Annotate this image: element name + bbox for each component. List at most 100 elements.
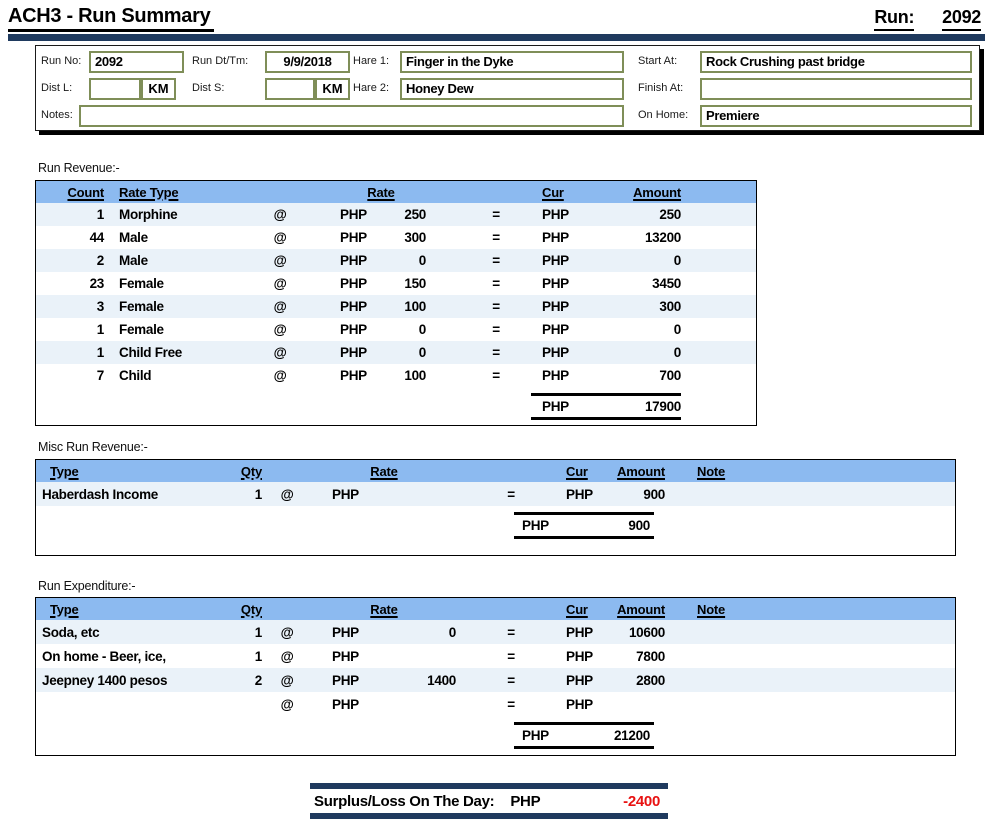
cell-currency: PHP xyxy=(542,299,569,314)
cell-count: 1 xyxy=(96,322,105,337)
equals-symbol: = xyxy=(492,276,500,291)
cell-amount: 0 xyxy=(673,345,682,360)
table-row: Haberdash Income 1 @ PHP = PHP 900 xyxy=(36,482,955,506)
cell-qty: 2 xyxy=(254,672,263,688)
equals-symbol: = xyxy=(492,322,500,337)
cell-amount: 0 xyxy=(673,322,682,337)
cell-type: On home - Beer, ice, xyxy=(42,648,166,664)
cell-rate-currency: PHP xyxy=(340,345,367,360)
equals-symbol: = xyxy=(492,299,500,314)
cell-rate-currency: PHP xyxy=(332,486,359,502)
run-revenue-table-header: Count Rate Type Rate Cur Amount xyxy=(36,181,756,203)
cell-rate: 100 xyxy=(404,299,426,314)
at-symbol: @ xyxy=(280,672,294,688)
surplus-label: Surplus/Loss On The Day: xyxy=(314,792,495,810)
expenditure-section-label: Run Expenditure:- xyxy=(38,579,136,593)
cell-rate-type: Male xyxy=(119,253,148,268)
run-no-field[interactable]: 2092 xyxy=(89,51,184,73)
column-header-cur: Cur xyxy=(566,463,588,479)
cell-count: 44 xyxy=(89,230,105,245)
at-symbol: @ xyxy=(273,322,287,337)
dist-s-label: Dist S: xyxy=(192,82,225,94)
at-symbol: @ xyxy=(273,345,287,360)
surplus-line: Surplus/Loss On The Day: PHP -2400 xyxy=(310,789,668,813)
hare2-field[interactable]: Honey Dew xyxy=(400,78,624,100)
cell-currency: PHP xyxy=(542,207,569,222)
table-row: @ PHP = PHP xyxy=(36,692,955,716)
cell-currency: PHP xyxy=(542,230,569,245)
total-currency: PHP xyxy=(522,518,549,533)
column-header-note: Note xyxy=(697,463,726,479)
at-symbol: @ xyxy=(273,207,287,222)
at-symbol: @ xyxy=(273,276,287,291)
cell-qty: 1 xyxy=(254,648,263,664)
table-row: 44 Male @ PHP 300 = PHP 13200 xyxy=(36,226,756,249)
run-revenue-total: PHP 17900 xyxy=(531,393,681,420)
table-row: On home - Beer, ice, 1 @ PHP = PHP 7800 xyxy=(36,644,955,668)
cell-rate-type: Morphine xyxy=(119,207,178,222)
cell-rate-type: Female xyxy=(119,276,164,291)
cell-currency: PHP xyxy=(566,696,593,712)
dist-l-field[interactable] xyxy=(89,78,141,100)
cell-currency: PHP xyxy=(566,648,593,664)
hare1-field[interactable]: Finger in the Dyke xyxy=(400,51,624,73)
column-header-amount: Amount xyxy=(617,463,665,479)
run-dt-label: Run Dt/Tm: xyxy=(192,55,249,67)
column-header-rate: Rate xyxy=(370,463,398,479)
cell-rate-currency: PHP xyxy=(340,276,367,291)
cell-rate-currency: PHP xyxy=(340,322,367,337)
dist-s-km-unit: KM xyxy=(315,78,350,100)
table-row: 23 Female @ PHP 150 = PHP 3450 xyxy=(36,272,756,295)
cell-count: 2 xyxy=(96,253,105,268)
cell-rate-type: Child Free xyxy=(119,345,183,360)
cell-amount: 3450 xyxy=(652,276,681,291)
misc-revenue-table-header: Type Qty Rate Cur Amount Note xyxy=(36,460,955,482)
column-header-cur: Cur xyxy=(566,601,588,617)
cell-rate-type: Child xyxy=(119,368,152,383)
cell-type: Jeepney 1400 pesos xyxy=(42,672,168,688)
cell-rate: 0 xyxy=(418,253,427,268)
total-amount: 17900 xyxy=(644,399,681,414)
cell-currency: PHP xyxy=(542,345,569,360)
hare1-label: Hare 1: xyxy=(353,55,390,67)
equals-symbol: = xyxy=(507,672,515,688)
cell-amount: 2800 xyxy=(636,672,665,688)
cell-amount: 250 xyxy=(659,207,681,222)
misc-revenue-section-label: Misc Run Revenue:- xyxy=(38,440,148,454)
finish-at-label: Finish At: xyxy=(638,82,684,94)
run-dt-field[interactable]: 9/9/2018 xyxy=(265,51,350,73)
notes-field[interactable] xyxy=(79,105,624,127)
cell-rate-currency: PHP xyxy=(340,253,367,268)
run-number: 2092 xyxy=(942,7,981,31)
on-home-field[interactable]: Premiere xyxy=(700,105,972,127)
dist-s-field[interactable] xyxy=(265,78,315,100)
cell-rate-currency: PHP xyxy=(340,299,367,314)
surplus-loss-summary: Surplus/Loss On The Day: PHP -2400 xyxy=(310,783,668,819)
at-symbol: @ xyxy=(273,230,287,245)
cell-rate-currency: PHP xyxy=(332,624,359,640)
at-symbol: @ xyxy=(273,368,287,383)
cell-count: 3 xyxy=(96,299,105,314)
page-title: ACH3 - Run Summary xyxy=(8,5,215,32)
expenditure-table-header: Type Qty Rate Cur Amount Note xyxy=(36,598,955,620)
cell-rate-currency: PHP xyxy=(340,230,367,245)
cell-currency: PHP xyxy=(542,253,569,268)
cell-amount: 13200 xyxy=(644,230,681,245)
cell-rate: 1400 xyxy=(427,672,456,688)
on-home-label: On Home: xyxy=(638,109,689,121)
equals-symbol: = xyxy=(507,648,515,664)
column-header-cur: Cur xyxy=(542,184,564,200)
finish-at-field[interactable] xyxy=(700,78,972,100)
cell-amount: 900 xyxy=(643,486,665,502)
cell-rate-currency: PHP xyxy=(332,696,359,712)
start-at-field[interactable]: Rock Crushing past bridge xyxy=(700,51,972,73)
at-symbol: @ xyxy=(280,486,294,502)
run-details-form: Run No: 2092 Run Dt/Tm: 9/9/2018 Hare 1:… xyxy=(35,45,980,131)
dist-l-km-unit: KM xyxy=(141,78,176,100)
expenditure-total: PHP 21200 xyxy=(514,722,654,749)
cell-amount: 10600 xyxy=(628,624,665,640)
equals-symbol: = xyxy=(507,624,515,640)
cell-currency: PHP xyxy=(566,672,593,688)
cell-currency: PHP xyxy=(566,624,593,640)
cell-currency: PHP xyxy=(542,276,569,291)
